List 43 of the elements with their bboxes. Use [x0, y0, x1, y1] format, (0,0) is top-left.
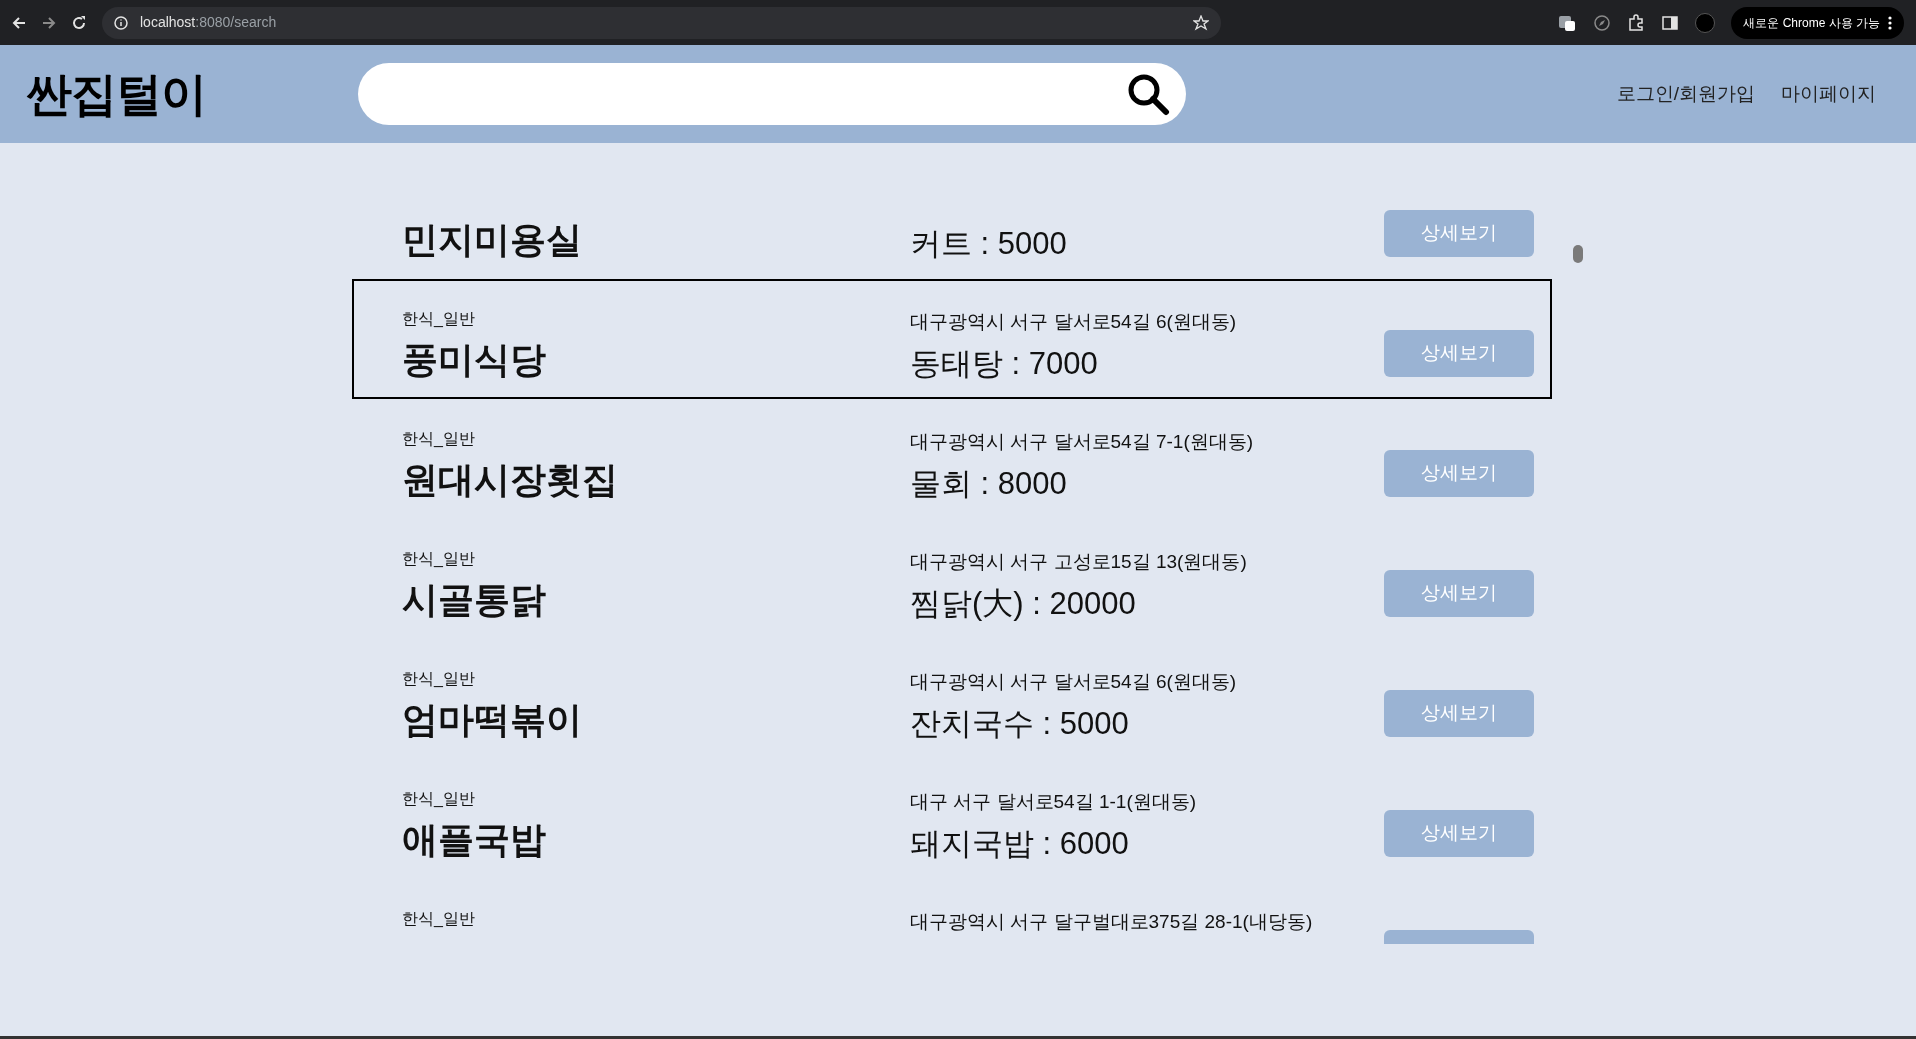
category-label: 한식_일반 — [402, 549, 475, 569]
restaurant-name: 엄마떡볶이 — [402, 698, 582, 742]
info-icon — [114, 15, 128, 30]
logo[interactable]: 싼집털이 — [26, 59, 296, 129]
address-text: 대구 서구 달서로54길 1-1(원대동) — [910, 790, 1197, 814]
compass-icon[interactable] — [1593, 13, 1612, 32]
back-icon[interactable] — [12, 15, 26, 30]
restaurant-name: 애플국밥 — [402, 818, 546, 862]
star-icon[interactable] — [1193, 14, 1210, 31]
sidebar-icon[interactable] — [1661, 13, 1680, 32]
menu-price: 돼지국밥 : 6000 — [910, 825, 1129, 863]
address-text: 대구광역시 서구 달서로54길 7-1(원대동) — [910, 430, 1254, 454]
address-bar[interactable]: localhost:8080/search — [102, 6, 1222, 39]
puzzle-icon[interactable] — [1627, 13, 1646, 32]
update-button[interactable]: 새로운 Chrome 사용 가능 — [1731, 6, 1904, 39]
category-label: 한식_일반 — [402, 309, 475, 329]
restaurant-name: 풍미식당 — [402, 338, 546, 382]
address-text: 대구광역시 서구 고성로15길 13(원대동) — [910, 550, 1247, 574]
category-label: 한식_일반 — [402, 909, 475, 929]
menu-price: 잔치국수 : 5000 — [910, 705, 1129, 743]
reload-icon[interactable] — [72, 15, 86, 30]
scrollbar-thumb[interactable] — [1573, 245, 1583, 263]
menu-price: 찜닭(大) : 20000 — [910, 585, 1136, 623]
search-icon[interactable] — [1126, 72, 1170, 116]
menu-price: 동태탕 : 7000 — [910, 345, 1098, 383]
nav-link[interactable]: 마이페이지 — [1781, 79, 1876, 109]
restaurant-name: 민지미용실 — [402, 218, 582, 262]
url-text: localhost:8080/search — [140, 13, 277, 32]
category-label: 한식_일반 — [402, 789, 475, 809]
restaurant-name: 시골통닭 — [402, 578, 546, 622]
category-label: 한식_일반 — [402, 669, 475, 689]
selected-row[interactable]: 한식_일반 풍미식당 대구광역시 서구 달서로54길 6(원대동) 동태탕 : 7000 상세보기 — [352, 279, 1552, 399]
menu-price: 커트 : 5000 — [910, 225, 1067, 263]
address-text: 대구광역시 서구 달구벌대로375길 28-1(내당동) — [910, 910, 1313, 934]
menu-price: 물회 : 8000 — [910, 465, 1067, 503]
forward-icon[interactable] — [42, 15, 56, 30]
more-icon — [1888, 15, 1892, 30]
update-label: 새로운 Chrome 사용 가능 — [1743, 14, 1880, 32]
category-label: 한식_일반 — [402, 429, 475, 449]
restaurant-name: 원대시장횟집 — [402, 458, 618, 502]
address-text: 대구광역시 서구 달서로54길 6(원대동) — [910, 310, 1237, 334]
address-text: 대구광역시 서구 달서로54길 6(원대동) — [910, 670, 1237, 694]
nav-link[interactable]: 로그인/회원가입 — [1616, 79, 1755, 109]
